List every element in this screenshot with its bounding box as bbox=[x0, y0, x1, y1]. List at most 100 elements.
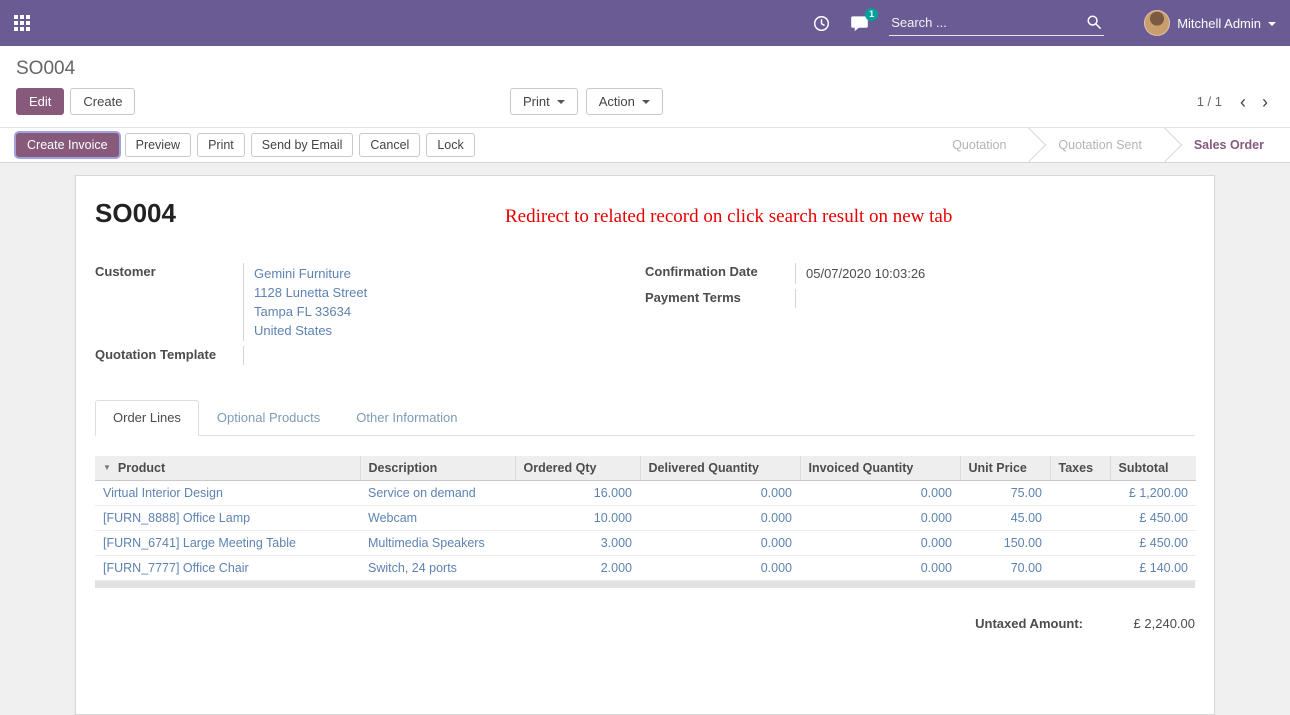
cell-description[interactable]: Switch, 24 ports bbox=[360, 556, 515, 581]
cell-taxes[interactable] bbox=[1050, 506, 1110, 531]
cell-ordered-qty[interactable]: 3.000 bbox=[515, 531, 640, 556]
search-input[interactable] bbox=[889, 11, 1104, 36]
create-invoice-button[interactable]: Create Invoice bbox=[16, 133, 119, 157]
cell-description[interactable]: Multimedia Speakers bbox=[360, 531, 515, 556]
breadcrumb: SO004 bbox=[16, 58, 75, 79]
col-unit-price[interactable]: Unit Price bbox=[960, 456, 1050, 481]
cancel-button[interactable]: Cancel bbox=[359, 133, 420, 157]
payment-terms-value bbox=[795, 289, 1195, 308]
activities-clock-icon[interactable] bbox=[813, 15, 830, 32]
action-dropdown[interactable]: Action bbox=[586, 88, 663, 115]
quotation-template-value bbox=[243, 346, 645, 365]
cell-taxes[interactable] bbox=[1050, 531, 1110, 556]
action-dropdown-label: Action bbox=[599, 94, 635, 109]
print-button[interactable]: Print bbox=[197, 133, 245, 157]
cell-unit-price[interactable]: 75.00 bbox=[960, 481, 1050, 506]
messages-icon[interactable]: 1 bbox=[850, 15, 869, 32]
stage-quotation[interactable]: Quotation bbox=[926, 128, 1032, 162]
cell-subtotal[interactable]: £ 1,200.00 bbox=[1110, 481, 1196, 506]
cell-delivered-qty[interactable]: 0.000 bbox=[640, 481, 800, 506]
status-stages: Quotation Quotation Sent Sales Order bbox=[926, 128, 1290, 162]
apps-menu-icon[interactable] bbox=[14, 15, 30, 31]
table-header-row: ▼ Product Description Ordered Qty Deliver… bbox=[95, 456, 1196, 481]
stage-sales-order[interactable]: Sales Order bbox=[1168, 128, 1290, 162]
cell-subtotal[interactable]: £ 450.00 bbox=[1110, 531, 1196, 556]
cell-description[interactable]: Webcam bbox=[360, 506, 515, 531]
customer-label: Customer bbox=[95, 263, 243, 341]
quotation-template-label: Quotation Template bbox=[95, 346, 243, 365]
search-icon[interactable] bbox=[1086, 14, 1102, 35]
cell-invoiced-qty[interactable]: 0.000 bbox=[800, 506, 960, 531]
pager: 1 / 1 ‹ › bbox=[1197, 93, 1274, 111]
confirmation-date-value: 05/07/2020 10:03:26 bbox=[806, 266, 925, 281]
table-footer-strip bbox=[95, 581, 1195, 588]
customer-street: 1128 Lunetta Street bbox=[254, 283, 645, 302]
cell-delivered-qty[interactable]: 0.000 bbox=[640, 506, 800, 531]
cell-ordered-qty[interactable]: 2.000 bbox=[515, 556, 640, 581]
cell-invoiced-qty[interactable]: 0.000 bbox=[800, 481, 960, 506]
stage-quotation-sent[interactable]: Quotation Sent bbox=[1032, 128, 1167, 162]
cell-taxes[interactable] bbox=[1050, 481, 1110, 506]
avatar bbox=[1144, 10, 1170, 36]
col-taxes[interactable]: Taxes bbox=[1050, 456, 1110, 481]
cell-unit-price[interactable]: 45.00 bbox=[960, 506, 1050, 531]
chevron-down-icon bbox=[557, 100, 565, 104]
table-row[interactable]: Virtual Interior Design Service on deman… bbox=[95, 481, 1196, 506]
cell-unit-price[interactable]: 70.00 bbox=[960, 556, 1050, 581]
cell-product[interactable]: [FURN_6741] Large Meeting Table bbox=[95, 531, 360, 556]
chevron-down-icon bbox=[642, 100, 650, 104]
cell-invoiced-qty[interactable]: 0.000 bbox=[800, 531, 960, 556]
cell-product[interactable]: [FURN_8888] Office Lamp bbox=[95, 506, 360, 531]
col-invoiced-qty[interactable]: Invoiced Quantity bbox=[800, 456, 960, 481]
tab-other-information[interactable]: Other Information bbox=[338, 400, 475, 435]
col-description[interactable]: Description bbox=[360, 456, 515, 481]
form-sheet: SO004 Redirect to related record on clic… bbox=[75, 175, 1215, 715]
pager-value: 1 / 1 bbox=[1197, 94, 1222, 109]
send-by-email-button[interactable]: Send by Email bbox=[251, 133, 354, 157]
col-delivered-qty[interactable]: Delivered Quantity bbox=[640, 456, 800, 481]
cell-subtotal[interactable]: £ 140.00 bbox=[1110, 556, 1196, 581]
cell-unit-price[interactable]: 150.00 bbox=[960, 531, 1050, 556]
messages-badge: 1 bbox=[865, 8, 878, 21]
global-search bbox=[889, 11, 1104, 36]
col-product[interactable]: ▼ Product bbox=[95, 456, 360, 481]
col-subtotal[interactable]: Subtotal bbox=[1110, 456, 1196, 481]
sort-caret-icon[interactable]: ▼ bbox=[103, 463, 111, 472]
control-panel: Edit Create Print Action 1 / 1 ‹ › bbox=[0, 84, 1290, 127]
confirmation-date-label: Confirmation Date bbox=[645, 263, 795, 284]
cell-invoiced-qty[interactable]: 0.000 bbox=[800, 556, 960, 581]
cell-taxes[interactable] bbox=[1050, 556, 1110, 581]
cell-product[interactable]: Virtual Interior Design bbox=[95, 481, 360, 506]
pager-previous-button[interactable]: ‹ bbox=[1234, 93, 1252, 111]
table-row[interactable]: [FURN_6741] Large Meeting Table Multimed… bbox=[95, 531, 1196, 556]
customer-country: United States bbox=[254, 321, 645, 340]
cell-product[interactable]: [FURN_7777] Office Chair bbox=[95, 556, 360, 581]
top-navbar: 1 Mitchell Admin bbox=[0, 0, 1290, 46]
user-menu[interactable]: Mitchell Admin bbox=[1130, 10, 1276, 36]
preview-button[interactable]: Preview bbox=[125, 133, 191, 157]
table-row[interactable]: [FURN_8888] Office Lamp Webcam 10.000 0.… bbox=[95, 506, 1196, 531]
col-ordered-qty[interactable]: Ordered Qty bbox=[515, 456, 640, 481]
col-product-label: Product bbox=[118, 461, 165, 475]
tab-optional-products[interactable]: Optional Products bbox=[199, 400, 338, 435]
cell-delivered-qty[interactable]: 0.000 bbox=[640, 556, 800, 581]
customer-link[interactable]: Gemini Furniture bbox=[254, 264, 645, 283]
untaxed-amount-label: Untaxed Amount: bbox=[975, 616, 1083, 631]
cell-subtotal[interactable]: £ 450.00 bbox=[1110, 506, 1196, 531]
pager-next-button[interactable]: › bbox=[1256, 93, 1274, 111]
tab-order-lines[interactable]: Order Lines bbox=[95, 400, 199, 436]
cell-delivered-qty[interactable]: 0.000 bbox=[640, 531, 800, 556]
print-dropdown[interactable]: Print bbox=[510, 88, 578, 115]
untaxed-amount-value: £ 2,240.00 bbox=[1083, 616, 1195, 631]
cell-description[interactable]: Service on demand bbox=[360, 481, 515, 506]
customer-value: Gemini Furniture 1128 Lunetta Street Tam… bbox=[243, 263, 645, 341]
cell-ordered-qty[interactable]: 10.000 bbox=[515, 506, 640, 531]
table-row[interactable]: [FURN_7777] Office Chair Switch, 24 port… bbox=[95, 556, 1196, 581]
create-button[interactable]: Create bbox=[70, 88, 135, 115]
cell-ordered-qty[interactable]: 16.000 bbox=[515, 481, 640, 506]
print-dropdown-label: Print bbox=[523, 94, 550, 109]
edit-button[interactable]: Edit bbox=[16, 88, 64, 115]
chevron-down-icon bbox=[1268, 22, 1276, 26]
lock-button[interactable]: Lock bbox=[426, 133, 474, 157]
payment-terms-label: Payment Terms bbox=[645, 289, 795, 308]
